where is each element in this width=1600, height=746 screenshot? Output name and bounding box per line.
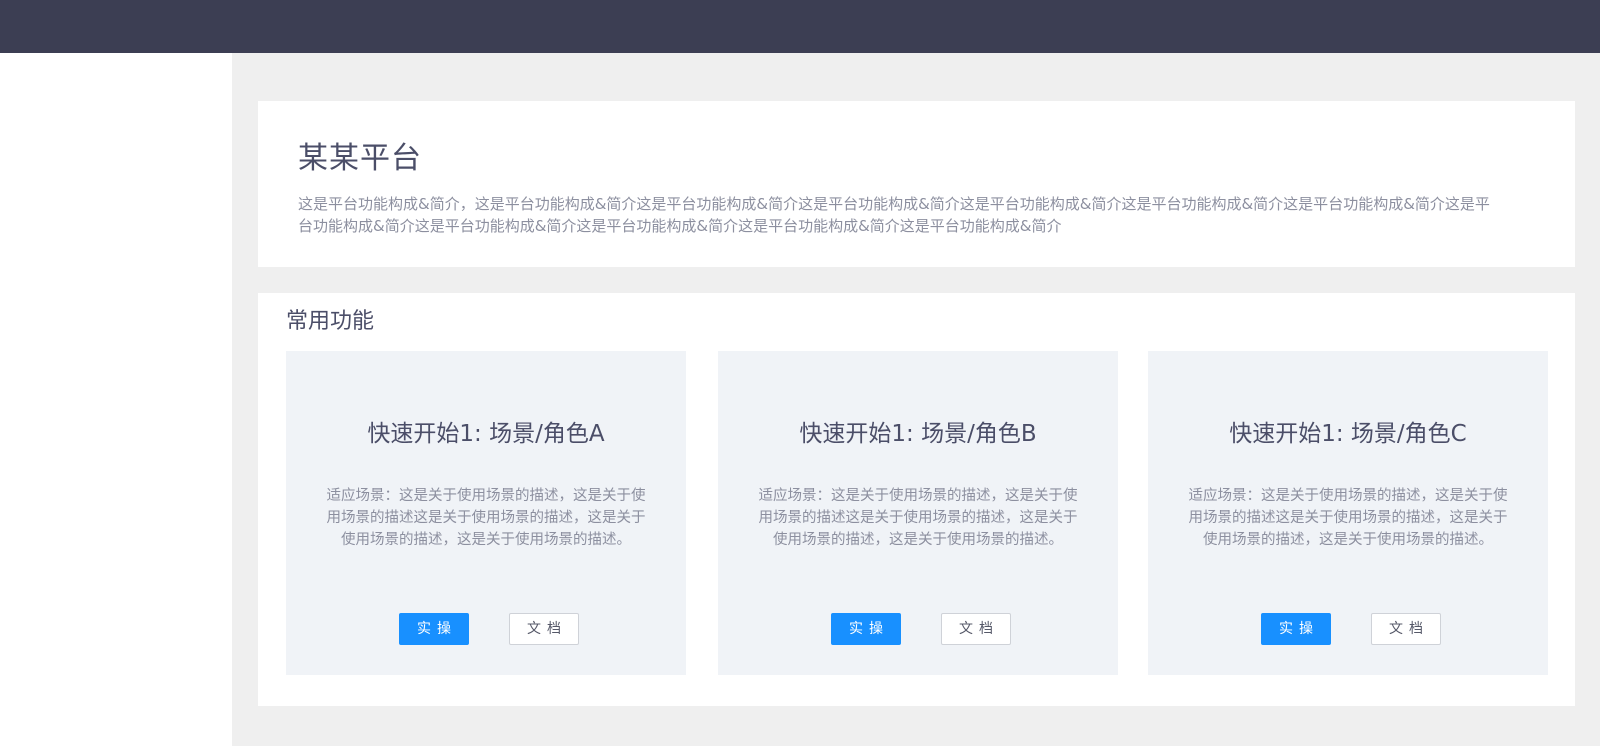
practice-button[interactable]: 实操 — [1261, 613, 1331, 645]
platform-intro-card: 某某平台 这是平台功能构成&简介，这是平台功能构成&简介这是平台功能构成&简介这… — [258, 101, 1575, 267]
platform-title: 某某平台 — [298, 141, 422, 176]
card-title: 快速开始1: 场景/角色B — [799, 421, 1037, 447]
card-title: 快速开始1: 场景/角色A — [367, 421, 605, 447]
practice-button[interactable]: 实操 — [831, 613, 901, 645]
practice-button[interactable]: 实操 — [399, 613, 469, 645]
card-description: 适应场景：这是关于使用场景的描述，这是关于使用场景的描述这是关于使用场景的描述，… — [758, 488, 1078, 548]
docs-button[interactable]: 文档 — [509, 613, 579, 645]
quick-start-card-c: 快速开始1: 场景/角色C 适应场景：这是关于使用场景的描述，这是关于使用场景的… — [1148, 351, 1548, 675]
docs-button[interactable]: 文档 — [1371, 613, 1441, 645]
platform-description: 这是平台功能构成&简介，这是平台功能构成&简介这是平台功能构成&简介这是平台功能… — [298, 195, 1490, 235]
sidebar — [0, 53, 232, 746]
top-navigation-bar — [0, 0, 1600, 53]
main-content: 某某平台 这是平台功能构成&简介，这是平台功能构成&简介这是平台功能构成&简介这… — [232, 53, 1600, 746]
quick-start-card-a: 快速开始1: 场景/角色A 适应场景：这是关于使用场景的描述，这是关于使用场景的… — [286, 351, 686, 675]
card-description: 适应场景：这是关于使用场景的描述，这是关于使用场景的描述这是关于使用场景的描述，… — [326, 488, 646, 548]
quick-start-card-b: 快速开始1: 场景/角色B 适应场景：这是关于使用场景的描述，这是关于使用场景的… — [718, 351, 1118, 675]
common-features-title: 常用功能 — [286, 309, 375, 334]
card-description: 适应场景：这是关于使用场景的描述，这是关于使用场景的描述这是关于使用场景的描述，… — [1188, 488, 1508, 548]
card-title: 快速开始1: 场景/角色C — [1229, 421, 1467, 447]
docs-button[interactable]: 文档 — [941, 613, 1011, 645]
common-features-panel: 常用功能 快速开始1: 场景/角色A 适应场景：这是关于使用场景的描述，这是关于… — [258, 293, 1575, 706]
